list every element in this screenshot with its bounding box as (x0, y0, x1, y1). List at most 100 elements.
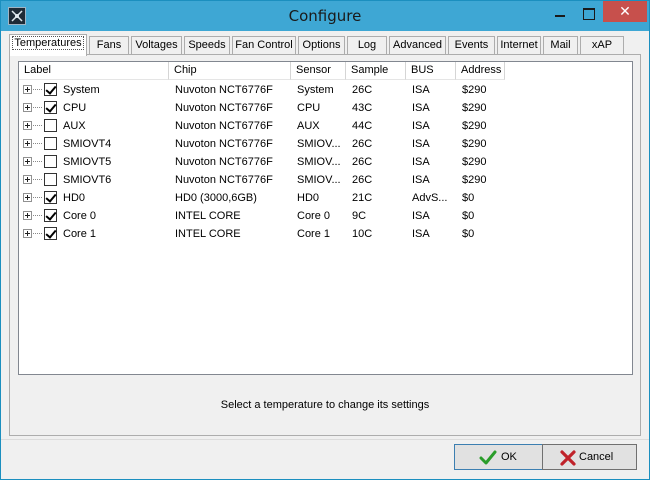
cell-label: SMIOVT4 (63, 138, 112, 150)
cell-chip: INTEL CORE (175, 228, 241, 240)
temperature-list[interactable]: Label Chip Sensor Sample BUS Address Sys… (18, 61, 633, 375)
expand-plus-icon[interactable] (23, 157, 32, 166)
cell-sensor: SMIOV... (297, 174, 341, 186)
cell-bus: ISA (412, 174, 430, 186)
cell-chip: Nuvoton NCT6776F (175, 156, 273, 168)
tab-speeds[interactable]: Speeds (184, 36, 230, 55)
row-checkbox[interactable] (44, 227, 57, 240)
expand-plus-icon[interactable] (23, 139, 32, 148)
tab-voltages[interactable]: Voltages (131, 36, 182, 55)
cell-address: $290 (462, 156, 487, 168)
cell-address: $0 (462, 210, 475, 222)
tab-temperatures[interactable]: Temperatures (9, 34, 87, 56)
row-checkbox[interactable] (44, 119, 57, 132)
cell-label: System (63, 84, 100, 96)
cell-sample: 26C (352, 138, 373, 150)
cell-label: Core 1 (63, 228, 97, 240)
cell-chip: HD0 (3000,6GB) (175, 192, 257, 204)
cell-sample: 26C (352, 174, 373, 186)
table-row[interactable]: Core 1 INTEL CORE Core 1 10C ISA $0 (19, 225, 632, 243)
status-text: Select a temperature to change its setti… (220, 399, 430, 411)
title-bar[interactable]: Configure ✕ (1, 1, 649, 31)
tab-options[interactable]: Options (298, 36, 345, 55)
cell-address: $0 (462, 192, 475, 204)
cell-label: CPU (63, 102, 87, 114)
cell-bus: ISA (412, 138, 430, 150)
row-checkbox[interactable] (44, 83, 57, 96)
tab-advanced[interactable]: Advanced (389, 36, 446, 55)
cancel-button[interactable]: Cancel (542, 444, 637, 470)
column-header-address[interactable]: Address (456, 62, 505, 80)
cell-bus: ISA (412, 84, 430, 96)
cell-bus: ISA (412, 102, 430, 114)
column-header-chip[interactable]: Chip (169, 62, 291, 80)
table-row[interactable]: HD0 HD0 (3000,6GB) HD0 21C AdvS... $0 (19, 189, 632, 207)
expand-plus-icon[interactable] (23, 121, 32, 130)
expand-plus-icon[interactable] (23, 175, 32, 184)
cell-address: $290 (462, 84, 487, 96)
cell-label: AUX (63, 120, 86, 132)
tab-mail[interactable]: Mail (543, 36, 578, 55)
column-header-sensor[interactable]: Sensor (291, 62, 346, 80)
column-header-sample[interactable]: Sample (346, 62, 406, 80)
column-header-label[interactable]: Label (19, 62, 169, 80)
temperatures-panel: Label Chip Sensor Sample BUS Address Sys… (9, 54, 641, 436)
cell-address: $290 (462, 120, 487, 132)
ok-button[interactable]: OK (454, 444, 549, 470)
cell-sensor: AUX (297, 120, 320, 132)
row-checkbox[interactable] (44, 191, 57, 204)
cancel-button-label: Cancel (579, 451, 614, 463)
table-row[interactable]: CPU Nuvoton NCT6776F CPU 43C ISA $290 (19, 99, 632, 117)
table-row[interactable]: Core 0 INTEL CORE Core 0 9C ISA $0 (19, 207, 632, 225)
cell-chip: Nuvoton NCT6776F (175, 174, 273, 186)
cell-label: HD0 (63, 192, 86, 204)
expand-plus-icon[interactable] (23, 85, 32, 94)
row-checkbox[interactable] (44, 137, 57, 150)
cell-sample: 26C (352, 84, 373, 96)
cell-bus: AdvS... (412, 192, 448, 204)
tab-fan-control[interactable]: Fan Control (232, 36, 296, 55)
minimize-button[interactable] (547, 3, 573, 23)
tab-internet[interactable]: Internet (497, 36, 541, 55)
tree-connector (33, 233, 42, 234)
row-checkbox[interactable] (44, 209, 57, 222)
table-row[interactable]: SMIOVT4 Nuvoton NCT6776F SMIOV... 26C ISA $29… (19, 135, 632, 153)
table-row[interactable]: AUX Nuvoton NCT6776F AUX 44C ISA $290 (19, 117, 632, 135)
tree-connector (33, 197, 42, 198)
cell-chip: Nuvoton NCT6776F (175, 102, 273, 114)
table-row[interactable]: SMIOVT5 Nuvoton NCT6776F SMIOV... 26C ISA $29… (19, 153, 632, 171)
cell-chip: Nuvoton NCT6776F (175, 138, 273, 150)
tab-log[interactable]: Log (347, 36, 387, 55)
cell-address: $290 (462, 138, 487, 150)
expand-plus-icon[interactable] (23, 193, 32, 202)
cell-sample: 43C (352, 102, 373, 114)
row-checkbox[interactable] (44, 101, 57, 114)
cell-bus: ISA (412, 210, 430, 222)
expand-plus-icon[interactable] (23, 103, 32, 112)
cell-label: SMIOVT6 (63, 174, 112, 186)
cell-chip: INTEL CORE (175, 210, 241, 222)
tab-events[interactable]: Events (448, 36, 495, 55)
close-button[interactable]: ✕ (603, 1, 647, 22)
cell-bus: ISA (412, 228, 430, 240)
maximize-button[interactable] (575, 3, 601, 23)
row-checkbox[interactable] (44, 155, 57, 168)
table-row[interactable]: SMIOVT6 Nuvoton NCT6776F SMIOV... 26C ISA $29… (19, 171, 632, 189)
table-row[interactable]: System Nuvoton NCT6776F System 26C ISA $290 (19, 81, 632, 99)
cell-chip: Nuvoton NCT6776F (175, 84, 273, 96)
cell-sample: 21C (352, 192, 373, 204)
cell-sensor: SMIOV... (297, 156, 341, 168)
cell-sample: 10C (352, 228, 373, 240)
tab-xap[interactable]: xAP (580, 36, 624, 55)
cell-sensor: System (297, 84, 334, 96)
cell-sensor: HD0 (297, 192, 320, 204)
tab-fans[interactable]: Fans (89, 36, 129, 55)
column-header-bus[interactable]: BUS (406, 62, 456, 80)
expand-plus-icon[interactable] (23, 229, 32, 238)
cell-sensor: Core 1 (297, 228, 331, 240)
expand-plus-icon[interactable] (23, 211, 32, 220)
cell-address: $290 (462, 102, 487, 114)
row-checkbox[interactable] (44, 173, 57, 186)
cell-sensor: CPU (297, 102, 321, 114)
tree-connector (33, 143, 42, 144)
